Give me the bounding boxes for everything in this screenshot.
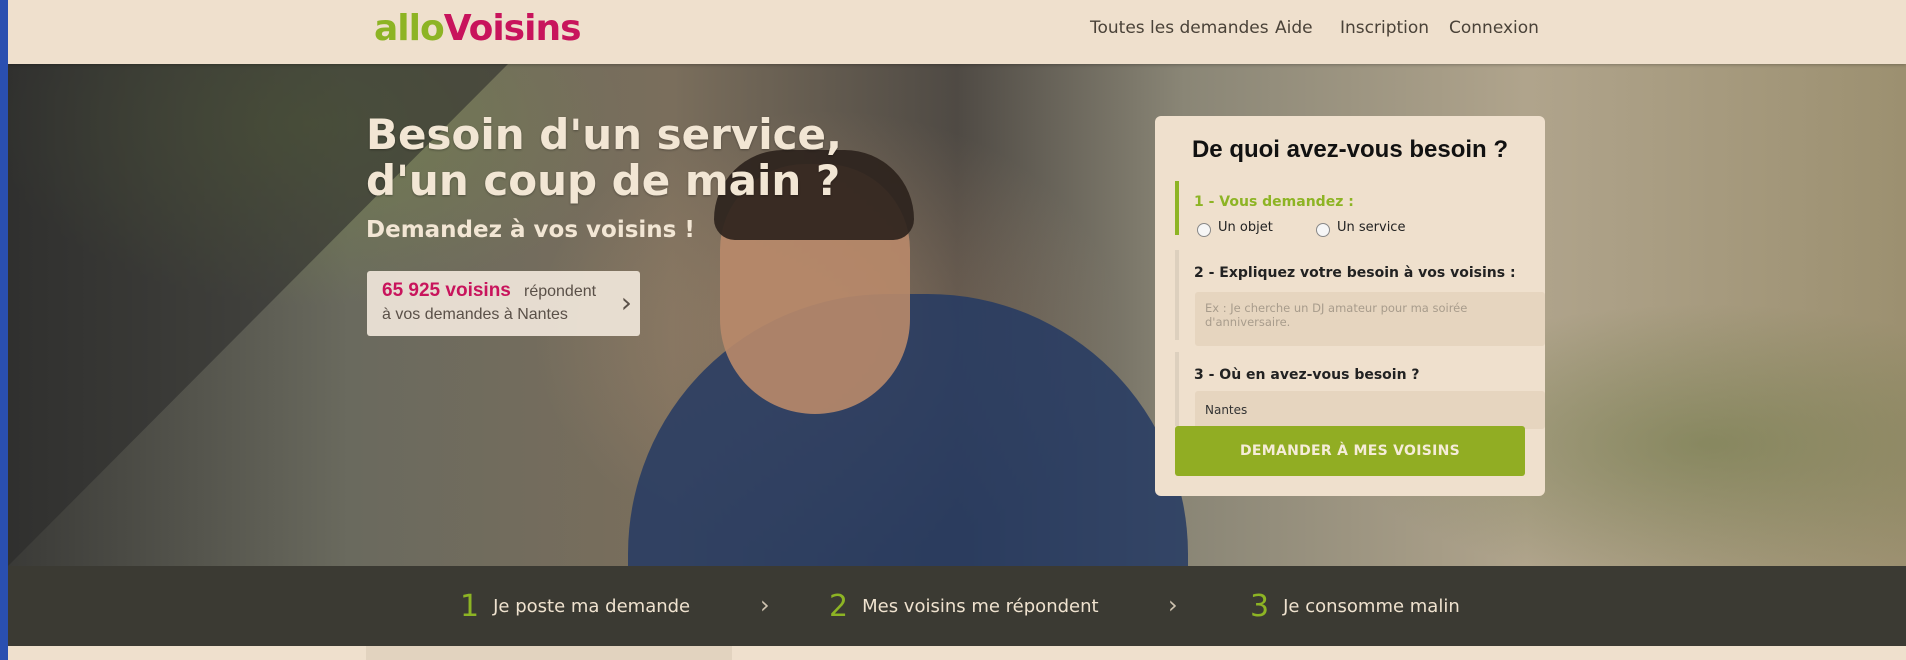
step1-label: 1 - Vous demandez : xyxy=(1194,194,1354,210)
how-step-1[interactable]: 1 Je poste ma demande xyxy=(460,566,690,646)
hero-banner xyxy=(8,64,1906,566)
how-step-2-text: Mes voisins me répondent xyxy=(862,595,1099,617)
how-step-2-number: 2 xyxy=(829,588,849,624)
nav-connexion[interactable]: Connexion xyxy=(1449,18,1539,38)
how-it-works-bar: 1 Je poste ma demande › 2 Mes voisins me… xyxy=(8,566,1906,646)
logo-part-voisins: Voisins xyxy=(443,8,582,49)
neighbors-count-text: répondent xyxy=(524,283,597,300)
header: alloVoisins Toutes les demandes Aide Ins… xyxy=(8,0,1906,64)
logo[interactable]: alloVoisins xyxy=(374,6,582,52)
how-step-1-number: 1 xyxy=(460,588,480,624)
form-step-type: 1 - Vous demandez : Un objet Un service xyxy=(1175,181,1405,237)
neighbors-count-box[interactable]: 65 925 voisins répondent à vos demandes … xyxy=(367,271,640,336)
nav-aide[interactable]: Aide xyxy=(1275,18,1313,38)
hero-subtitle: Demandez à vos voisins ! xyxy=(366,217,695,243)
neighbors-count-location: à vos demandes à Nantes xyxy=(382,306,568,323)
chevron-right-icon: › xyxy=(1168,591,1178,619)
need-textarea[interactable] xyxy=(1195,292,1545,346)
submit-request-button[interactable]: DEMANDER À MES VOISINS xyxy=(1175,426,1525,476)
form-step-location: 3 - Où en avez-vous besoin ? xyxy=(1175,352,1545,429)
step3-label: 3 - Où en avez-vous besoin ? xyxy=(1194,367,1420,383)
left-edge-bar xyxy=(0,0,8,660)
chevron-right-icon: › xyxy=(620,286,632,319)
nav-toutes-les-demandes[interactable]: Toutes les demandes xyxy=(1090,18,1269,38)
how-step-3-text: Je consomme malin xyxy=(1283,595,1460,617)
form-title: De quoi avez-vous besoin ? xyxy=(1191,136,1509,163)
radio-objet-label[interactable]: Un objet xyxy=(1218,220,1273,235)
how-step-3[interactable]: 3 Je consomme malin xyxy=(1250,566,1460,646)
how-step-3-number: 3 xyxy=(1250,588,1270,624)
nav-inscription[interactable]: Inscription xyxy=(1340,18,1429,38)
radio-objet[interactable] xyxy=(1197,223,1211,237)
how-step-1-text: Je poste ma demande xyxy=(493,595,691,617)
logo-part-allo: allo xyxy=(374,8,445,49)
request-form-panel: De quoi avez-vous besoin ? 1 - Vous dema… xyxy=(1155,116,1545,496)
chevron-right-icon: › xyxy=(760,591,770,619)
step2-label: 2 - Expliquez votre besoin à vos voisins… xyxy=(1194,265,1516,281)
how-step-2[interactable]: 2 Mes voisins me répondent xyxy=(829,566,1099,646)
city-input[interactable] xyxy=(1195,391,1545,429)
form-step-need: 2 - Expliquez votre besoin à vos voisins… xyxy=(1175,250,1545,346)
radio-service-label[interactable]: Un service xyxy=(1337,220,1405,235)
neighbors-count: 65 925 voisins xyxy=(382,280,511,301)
footer-strip xyxy=(8,646,1906,660)
hero-title: Besoin d'un service, d'un coup de main ? xyxy=(366,110,842,205)
radio-service[interactable] xyxy=(1316,223,1330,237)
footer-accent xyxy=(366,646,732,660)
